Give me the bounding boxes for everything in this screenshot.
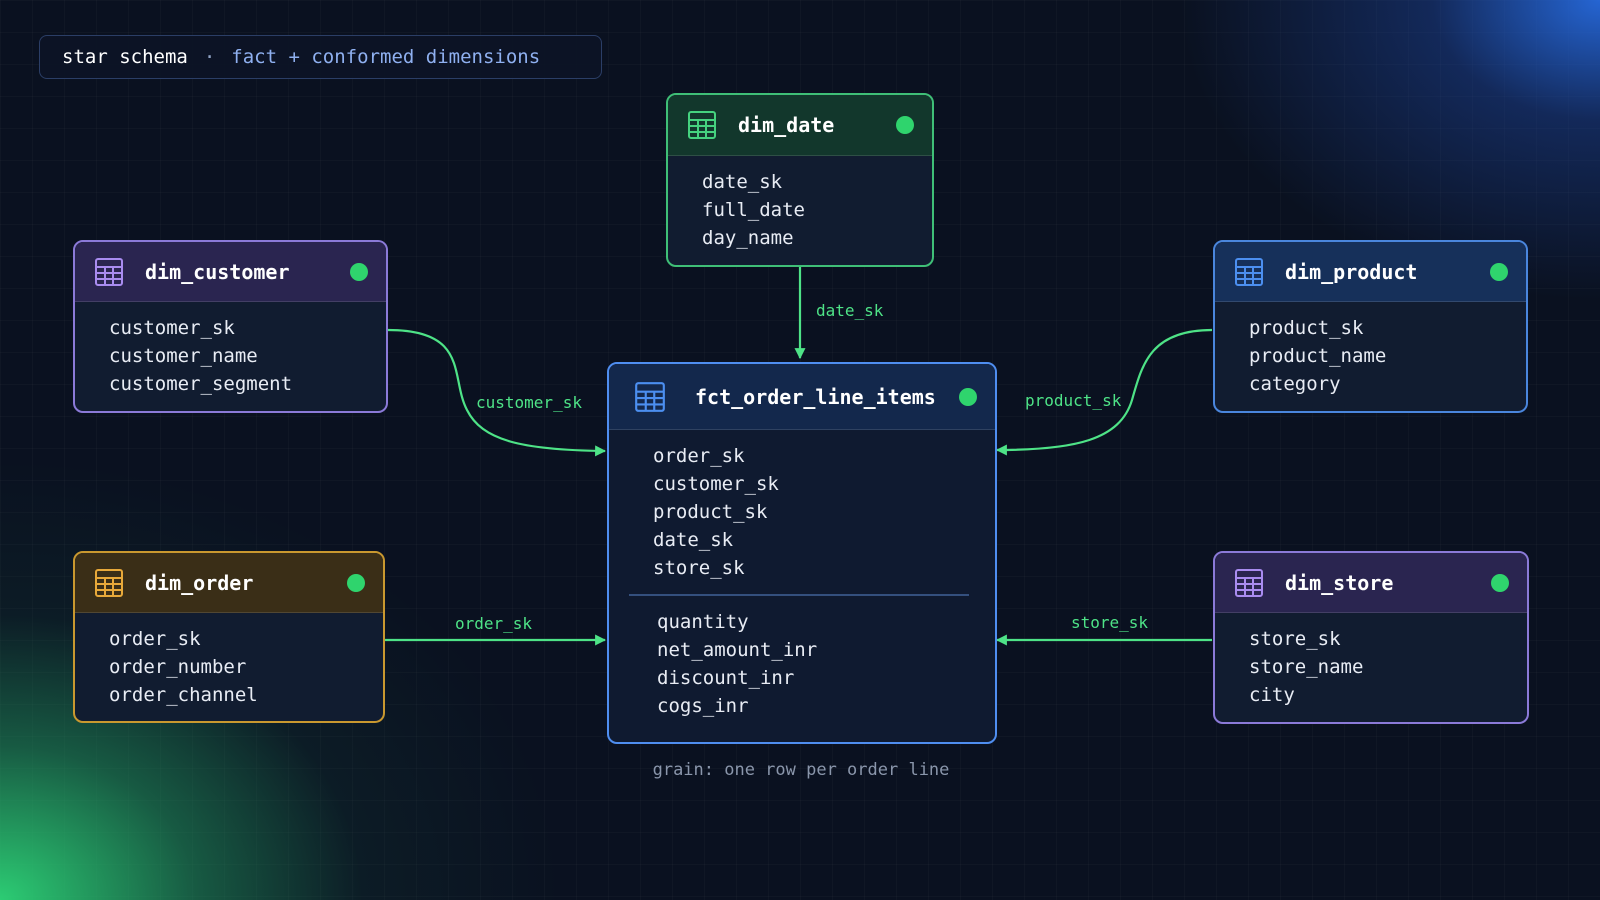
key-field: customer_sk [653,473,779,495]
table-header[interactable]: dim_customer [75,242,386,302]
edge-label-product: product_sk [1025,391,1122,410]
status-dot [347,573,365,592]
table-grid-icon [686,109,718,141]
table-name: dim_customer [145,259,290,284]
field: product_sk [1249,317,1364,339]
table-header[interactable]: dim_product [1215,242,1526,302]
table-dim-product[interactable]: dim_product product_sk product_name cate… [1213,240,1528,413]
table-fct-order-line-items[interactable]: fct_order_line_items order_sk customer_s… [607,362,997,744]
key-field-list: order_sk customer_sk product_sk date_sk … [609,430,995,582]
field: category [1249,373,1341,395]
measure-field: quantity [657,610,749,633]
edge-customer [387,328,607,457]
status-dot [1490,262,1508,281]
table-name: dim_store [1285,570,1394,595]
keys-measures-divider [629,594,969,596]
field: date_sk [702,171,783,193]
status-dot [350,262,368,281]
measure-field: net_amount_inr [657,638,818,661]
field: order_number [109,656,247,678]
field: customer_name [109,345,258,367]
table-name: dim_date [738,113,835,137]
table-grid-icon [1233,567,1265,599]
table-name: dim_product [1285,259,1418,284]
measure-field-list: quantity net_amount_inr discount_inr cog… [609,608,995,720]
table-header[interactable]: fct_order_line_items [609,364,995,430]
edge-label-store: store_sk [1071,613,1148,632]
field: city [1249,684,1295,706]
measure-field: cogs_inr [657,694,749,717]
grain-note: grain: one row per order line [652,760,950,780]
key-field: order_sk [653,445,745,467]
key-field: product_sk [653,501,768,523]
edge-label-date: date_sk [816,301,884,320]
field: full_date [702,199,805,221]
table-grid-icon [93,567,125,599]
field-list: order_sk order_number order_channel [75,613,383,709]
field-list: product_sk product_name category [1215,302,1526,398]
table-name: dim_order [145,570,254,595]
field: order_sk [109,628,201,650]
table-header[interactable]: dim_date [668,95,932,156]
table-grid-icon [93,256,125,288]
table-dim-date[interactable]: dim_date date_sk full_date day_name [666,93,934,267]
key-field: store_sk [653,557,745,579]
field-list: store_sk store_name city [1215,613,1527,709]
status-dot [896,116,914,134]
measure-field: discount_inr [657,666,795,689]
field: product_name [1249,345,1387,367]
field: customer_segment [109,373,293,395]
table-grid-icon [1233,256,1265,288]
field: store_name [1249,656,1364,678]
edge-label-order: order_sk [455,614,532,633]
field: store_sk [1249,628,1341,650]
table-header[interactable]: dim_order [75,553,383,613]
status-dot [1491,573,1509,592]
key-field: date_sk [653,529,734,551]
table-name: fct_order_line_items [695,384,936,409]
field: day_name [702,227,794,249]
edge-product [995,328,1213,456]
field: customer_sk [109,317,235,339]
table-grid-icon [633,380,667,414]
field-list: customer_sk customer_name customer_segme… [75,302,386,398]
field: order_channel [109,684,258,706]
table-dim-customer[interactable]: dim_customer customer_sk customer_name c… [73,240,388,413]
edge-label-customer: customer_sk [476,393,582,412]
table-dim-store[interactable]: dim_store store_sk store_name city [1213,551,1529,724]
status-dot [959,387,977,406]
table-dim-order[interactable]: dim_order order_sk order_number order_ch… [73,551,385,723]
field-list: date_sk full_date day_name [668,156,932,252]
table-header[interactable]: dim_store [1215,553,1527,613]
